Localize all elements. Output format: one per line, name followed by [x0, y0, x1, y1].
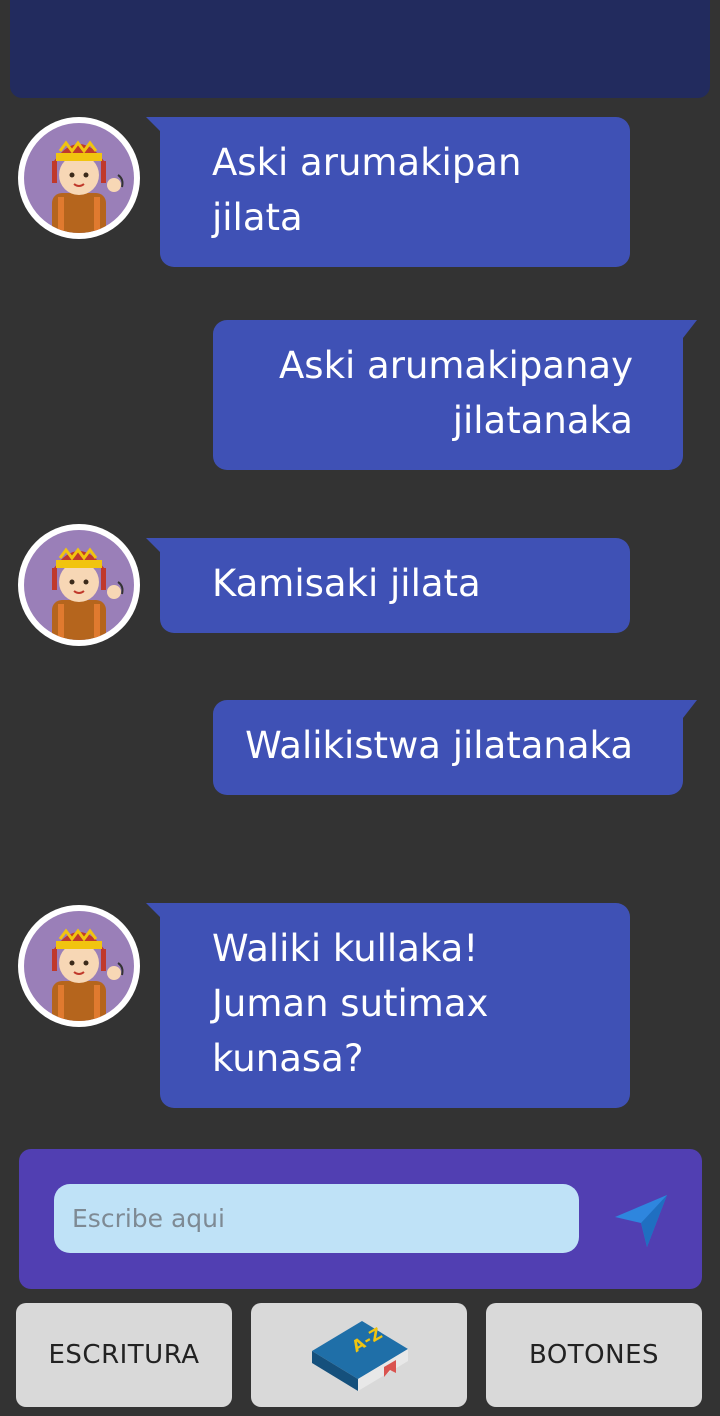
dictionary-book-icon: A-Z: [312, 1321, 408, 1391]
message-bubble: Aski arumakipan jilata: [160, 117, 630, 267]
escritura-label: ESCRITURA: [48, 1340, 200, 1370]
botones-label: BOTONES: [528, 1340, 660, 1370]
message-bubble: Waliki kullaka! Juman sutimax kunasa?: [160, 903, 630, 1108]
message-bubble: Kamisaki jilata: [160, 538, 630, 633]
escritura-button[interactable]: ESCRITURA: [16, 1303, 232, 1407]
botones-button[interactable]: BOTONES: [486, 1303, 702, 1407]
top-header-bar: [10, 0, 710, 98]
avatar: [18, 524, 140, 646]
dictionary-button[interactable]: A-Z: [251, 1303, 467, 1407]
avatar: [18, 905, 140, 1027]
message-bubble: Aski arumakipanay jilatanaka: [213, 320, 683, 470]
andean-girl-waving-icon: [24, 530, 134, 640]
andean-girl-waving-icon: [24, 123, 134, 233]
message-bubble: Walikistwa jilatanaka: [213, 700, 683, 795]
avatar: [18, 117, 140, 239]
send-icon[interactable]: [611, 1191, 671, 1251]
message-input[interactable]: [54, 1184, 579, 1253]
message-composer: [19, 1149, 702, 1289]
andean-girl-waving-icon: [24, 911, 134, 1021]
